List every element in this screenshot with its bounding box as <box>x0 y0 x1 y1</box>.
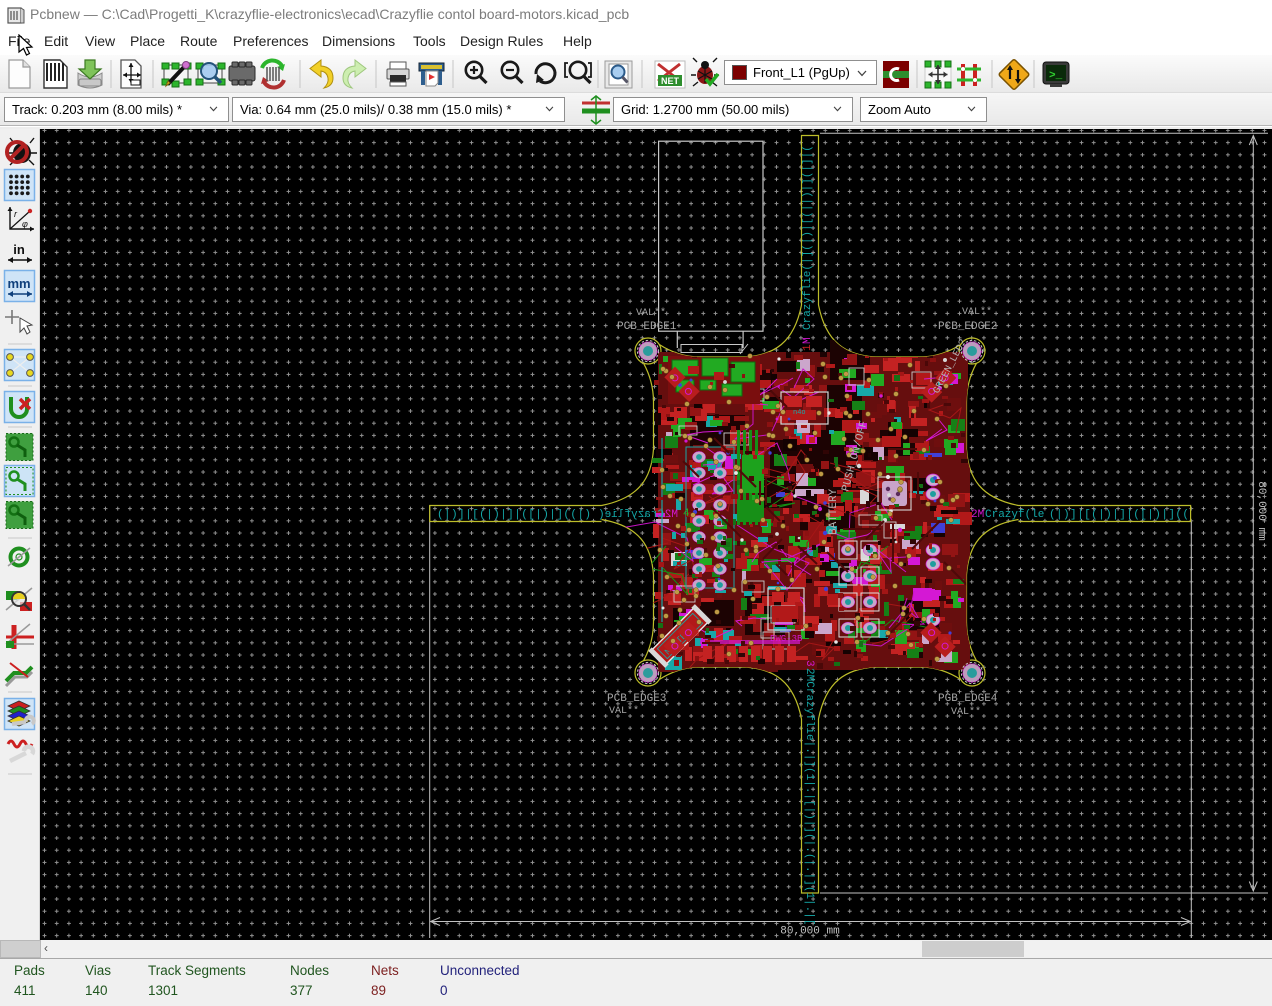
svg-text:(|)]|[(|)|]|([|)|]((: (|)]|[(|)|]|([|)|](( <box>1049 509 1189 521</box>
svg-text:PCB_EDGE1: PCB_EDGE1 <box>617 321 677 333</box>
svg-text:2MCrazyflie|.|](1|.|[|)|](|.(|: 2MCrazyflie|.|](1|.|[|)|](|.(|.|](1|.|[ <box>803 668 815 925</box>
svg-text:in: in <box>13 242 25 257</box>
svg-text:80,000 mm: 80,000 mm <box>780 926 840 938</box>
svg-text:NET: NET <box>661 76 680 86</box>
svg-text:PCB_EDGE2: PCB_EDGE2 <box>938 321 997 333</box>
svg-text:PCB_EDGE3: PCB_EDGE3 <box>607 693 666 705</box>
svg-text:Crazyflie(: Crazyflie( <box>598 509 664 521</box>
svg-text:PGB_EDGE4: PGB_EDGE4 <box>938 693 998 705</box>
svg-text:80,000 mm: 80,000 mm <box>1255 481 1267 541</box>
svg-text:1: 1 <box>802 344 814 351</box>
svg-text:VAL**: VAL** <box>962 306 992 318</box>
svg-text:4: 4 <box>683 508 690 520</box>
svg-text:>_: >_ <box>1049 70 1063 82</box>
svg-text:M: M <box>802 337 814 344</box>
svg-text:n4o: n4o <box>793 409 806 417</box>
svg-text:r: r <box>14 209 18 219</box>
svg-text:M2: M2 <box>665 509 678 521</box>
svg-text:2M: 2M <box>971 509 984 521</box>
svg-text:VAL**: VAL** <box>636 307 666 319</box>
svg-text:(|)]|[(|)|]|([|)|]((|): (|)]|[(|)|]|([|)|]((|) <box>437 509 591 521</box>
svg-text:φ: φ <box>22 219 28 229</box>
svg-text:mm: mm <box>7 276 30 291</box>
svg-text:VAL**: VAL** <box>609 705 639 717</box>
svg-text:VAL**: VAL** <box>951 706 981 718</box>
svg-text:3: 3 <box>803 660 815 667</box>
svg-text:Crazyf(le: Crazyf(le <box>985 509 1044 521</box>
svg-text:Crazyflie(|](|)|[(||)|](|]|(: Crazyflie(|](|)|[(||)|](|]|( <box>802 145 814 330</box>
svg-text:BATTERY: BATTERY <box>828 488 840 535</box>
